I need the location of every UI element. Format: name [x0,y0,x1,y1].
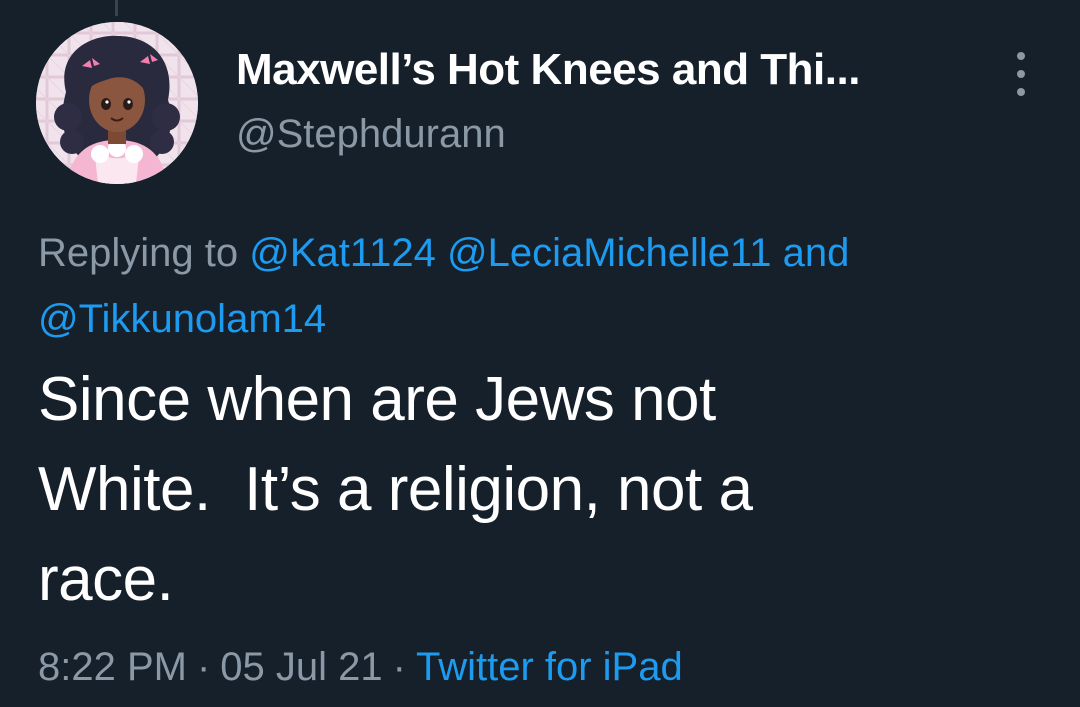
tweet-card: Maxwell’s Hot Knees and Thi... @Stephdur… [0,0,1080,707]
replying-to-prefix: Replying to [38,231,239,275]
mention-link[interactable]: @LeciaMichelle11 [447,231,771,275]
more-dot [1017,88,1025,96]
thread-connector-line [115,0,118,16]
meta-separator: · [392,645,406,689]
more-dot [1017,70,1025,78]
tweet-source-link[interactable]: Twitter for iPad [416,645,683,689]
meta-separator: · [196,645,211,689]
author-display-name[interactable]: Maxwell’s Hot Knees and Thi... [236,44,976,96]
author-handle[interactable]: @Stephdurann [236,110,976,158]
tweet-time[interactable]: 8:22 PM [38,645,187,689]
replying-to-line: Replying to @Kat1124 @LeciaMichelle11 an… [38,220,1048,352]
more-vertical-icon[interactable] [1004,52,1038,96]
mention-link[interactable]: @Kat1124 [249,231,436,275]
author-block: Maxwell’s Hot Knees and Thi... @Stephdur… [236,44,976,158]
tweet-body-text: Since when are Jews not White. It’s a re… [38,365,753,614]
cartoon-girl-avatar-icon [36,22,198,184]
more-dot [1017,52,1025,60]
mention-link[interactable]: @Tikkunolam14 [38,297,326,341]
tweet-date[interactable]: 05 Jul 21 [220,645,382,689]
mention-conjunction: and [782,231,850,275]
tweet-metadata: 8:22 PM · 05 Jul 21 · Twitter for iPad [38,642,683,692]
avatar[interactable] [36,22,198,184]
